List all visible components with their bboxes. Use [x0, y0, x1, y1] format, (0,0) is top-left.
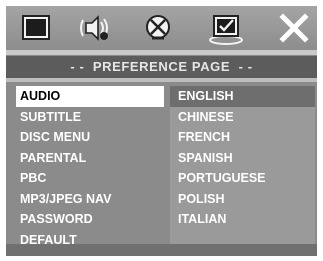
settings-menu: AUDIO SUBTITLE DISC MENU PARENTAL PBC MP… — [16, 86, 164, 250]
audio-language-options: ENGLISH CHINESE FRENCH SPANISH PORTUGUES… — [170, 86, 315, 250]
menu-item-parental[interactable]: PARENTAL — [16, 148, 164, 169]
menu-item-password[interactable]: PASSWORD — [16, 209, 164, 230]
audio-setup-icon[interactable] — [76, 10, 116, 46]
setup-toolbar — [6, 6, 317, 50]
bottom-status-bar — [6, 244, 317, 256]
video-setup-icon[interactable] — [138, 10, 178, 46]
menu-item-subtitle[interactable]: SUBTITLE — [16, 107, 164, 128]
option-chinese[interactable]: CHINESE — [170, 107, 315, 128]
menu-item-mp3-jpeg-nav[interactable]: MP3/JPEG NAV — [16, 189, 164, 210]
page-title: - - PREFERENCE PAGE - - — [6, 56, 317, 78]
toolbar-divider — [6, 50, 317, 55]
menu-item-disc-menu[interactable]: DISC MENU — [16, 127, 164, 148]
menu-item-pbc[interactable]: PBC — [16, 168, 164, 189]
title-divider — [6, 78, 317, 82]
general-setup-icon[interactable] — [16, 10, 56, 46]
option-polish[interactable]: POLISH — [170, 189, 315, 210]
close-icon[interactable] — [274, 10, 314, 46]
preference-setup-icon[interactable] — [206, 10, 246, 46]
menu-item-audio[interactable]: AUDIO — [16, 86, 164, 107]
option-spanish[interactable]: SPANISH — [170, 148, 315, 169]
option-italian[interactable]: ITALIAN — [170, 209, 315, 230]
option-english[interactable]: ENGLISH — [170, 86, 315, 107]
option-portuguese[interactable]: PORTUGUESE — [170, 168, 315, 189]
dvd-setup-screen: - - PREFERENCE PAGE - - AUDIO SUBTITLE D… — [6, 6, 317, 256]
option-french[interactable]: FRENCH — [170, 127, 315, 148]
